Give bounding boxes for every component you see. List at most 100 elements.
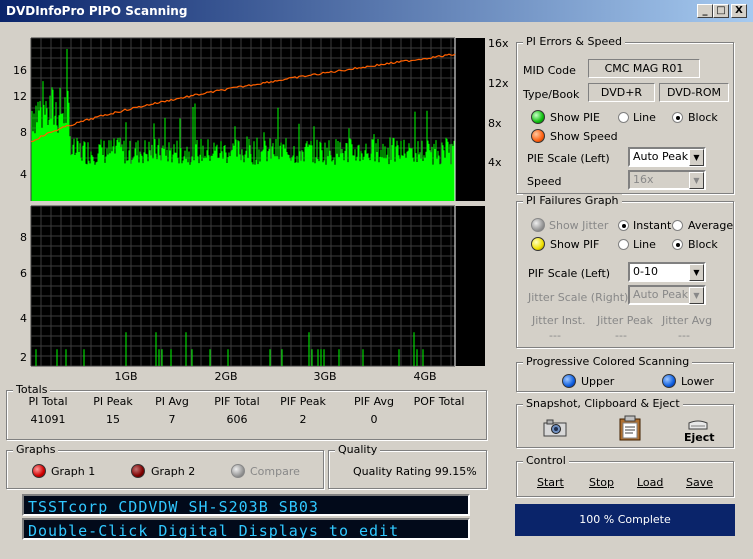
show-pif-toggle[interactable] [531,237,545,251]
speed-y-tick: 16x [488,37,509,50]
jitter-avg-label: Jitter Avg [662,314,713,327]
pi-errors-label: PI Errors & Speed [523,35,625,48]
pif-scale-select[interactable]: 0-10 ▼ [628,262,706,282]
speed-select[interactable]: 16x ▼ [628,170,706,190]
save-button[interactable]: Save [686,476,713,489]
pie-scale-select[interactable]: Auto Peak ▼ [628,147,706,167]
pif-block-label: Block [688,238,718,251]
graphs-label: Graphs [13,443,59,456]
chevron-down-icon[interactable]: ▼ [689,172,704,189]
quality-rating: Quality Rating 99.15% [353,465,477,478]
snapshot-group: Snapshot, Clipboard & Eject Eject [516,397,734,448]
pie-line-radio[interactable] [618,112,629,123]
x-tick: 3GB [313,370,336,382]
type-book-label: Type/Book [523,88,580,101]
graph2-radio[interactable] [131,464,145,478]
pif-line-radio[interactable] [618,239,629,250]
pif-line-label: Line [633,238,656,251]
pie-scale-label: PIE Scale (Left) [527,152,610,165]
pipo-graph: 16 12 8 4 16x 12x 8x 4x 8 6 4 2 1GB 2GB 3GB 4GB [13,37,509,383]
totals-value: 7 [168,413,176,426]
camera-icon[interactable] [543,418,567,438]
x-tick: 4GB [413,370,436,382]
pif-scale-label: PIF Scale (Left) [528,267,611,280]
pif-y-tick: 4 [20,312,27,325]
graph1-label: Graph 1 [51,465,96,478]
totals-value: 606 [226,413,248,426]
totals-value: 41091 [30,413,66,426]
pie-y-tick: 4 [20,168,27,181]
jitter-scale-value: Auto Peak [633,288,689,301]
totals-header: PI Total [28,395,68,408]
show-jitter-toggle[interactable] [531,218,545,232]
jitter-inst-label: Jitter Inst. [532,314,586,327]
x-tick: 2GB [214,370,237,382]
load-button[interactable]: Load [637,476,663,489]
stop-button[interactable]: Stop [589,476,614,489]
pie-block-radio[interactable] [672,112,683,123]
totals-header: PIF Total [214,395,260,408]
upper-toggle[interactable] [562,374,576,388]
pie-scale-value: Auto Peak [633,150,689,163]
control-group: Control Start Stop Load Save [516,454,734,497]
jitter-scale-select[interactable]: Auto Peak ▼ [628,285,706,305]
graphs-group: Graphs Graph 1 Graph 2 Compare [6,443,324,489]
jitter-peak-value: --- [615,329,627,342]
totals-group: Totals PI Total 41091 PI Peak 15 PI Avg 7 PIF … [6,383,487,440]
eject-button[interactable]: Eject [683,419,715,445]
totals-header: POF Total [413,395,465,408]
speed-axis-strip [455,38,485,201]
average-label: Average [688,219,734,232]
average-radio[interactable] [672,220,683,231]
progress-text: 100 % Complete [579,513,671,526]
upper-label: Upper [581,375,615,388]
pif-scale-value: 0-10 [633,265,658,278]
hint-display[interactable]: Double-Click Digital Displays to edit [22,518,470,540]
drive-display[interactable]: TSSTcorp CDDVDW SH-S203B SB03 [22,494,470,516]
lower-label: Lower [681,375,714,388]
totals-header: PIF Peak [280,395,326,408]
maximize-button[interactable]: □ [713,4,729,18]
x-tick: 1GB [114,370,137,382]
compare-label: Compare [250,465,300,478]
speed-y-tick: 8x [488,117,502,130]
mid-code-label: MID Code [523,64,576,77]
book-type-value: DVD-ROM [659,83,729,102]
eject-label: Eject [684,431,715,444]
pif-axis-strip [455,206,485,366]
jitter-scale-label: Jitter Scale (Right) [528,291,629,304]
pie-block-label: Block [688,111,718,124]
chevron-down-icon[interactable]: ▼ [689,264,704,281]
compare-radio[interactable] [231,464,245,478]
start-button[interactable]: Start [537,476,564,489]
chevron-down-icon[interactable]: ▼ [689,287,704,304]
pie-line-label: Line [633,111,656,124]
show-pie-toggle[interactable] [531,110,545,124]
clipboard-icon[interactable] [618,415,642,441]
title-bar[interactable]: DVDInfoPro PIPO Scanning _ □ X [0,0,753,22]
pif-block-radio[interactable] [672,239,683,250]
instant-label: Instant [633,219,672,232]
pif-y-tick: 6 [20,267,27,280]
graph1-radio[interactable] [32,464,46,478]
jitter-peak-label: Jitter Peak [597,314,653,327]
control-label: Control [523,454,569,467]
lower-toggle[interactable] [662,374,676,388]
quality-group: Quality Quality Rating 99.15% [328,443,487,489]
show-speed-label: Show Speed [550,130,618,143]
mid-code-value: CMC MAG R01 [588,59,700,78]
pif-y-tick: 2 [20,351,27,364]
pi-failures-label: PI Failures Graph [523,194,622,207]
window-title: DVDInfoPro PIPO Scanning [6,4,188,18]
close-button[interactable]: X [731,4,747,18]
show-speed-toggle[interactable] [531,129,545,143]
chevron-down-icon[interactable]: ▼ [689,149,704,166]
graph2-label: Graph 2 [151,465,196,478]
minimize-button[interactable]: _ [697,4,713,18]
instant-radio[interactable] [618,220,629,231]
snapshot-label: Snapshot, Clipboard & Eject [523,397,683,410]
speed-label: Speed [527,175,562,188]
totals-table: PI Total 41091 PI Peak 15 PI Avg 7 PIF Total 60… [9,395,485,435]
speed-y-tick: 4x [488,156,502,169]
drive-icon [688,420,708,430]
